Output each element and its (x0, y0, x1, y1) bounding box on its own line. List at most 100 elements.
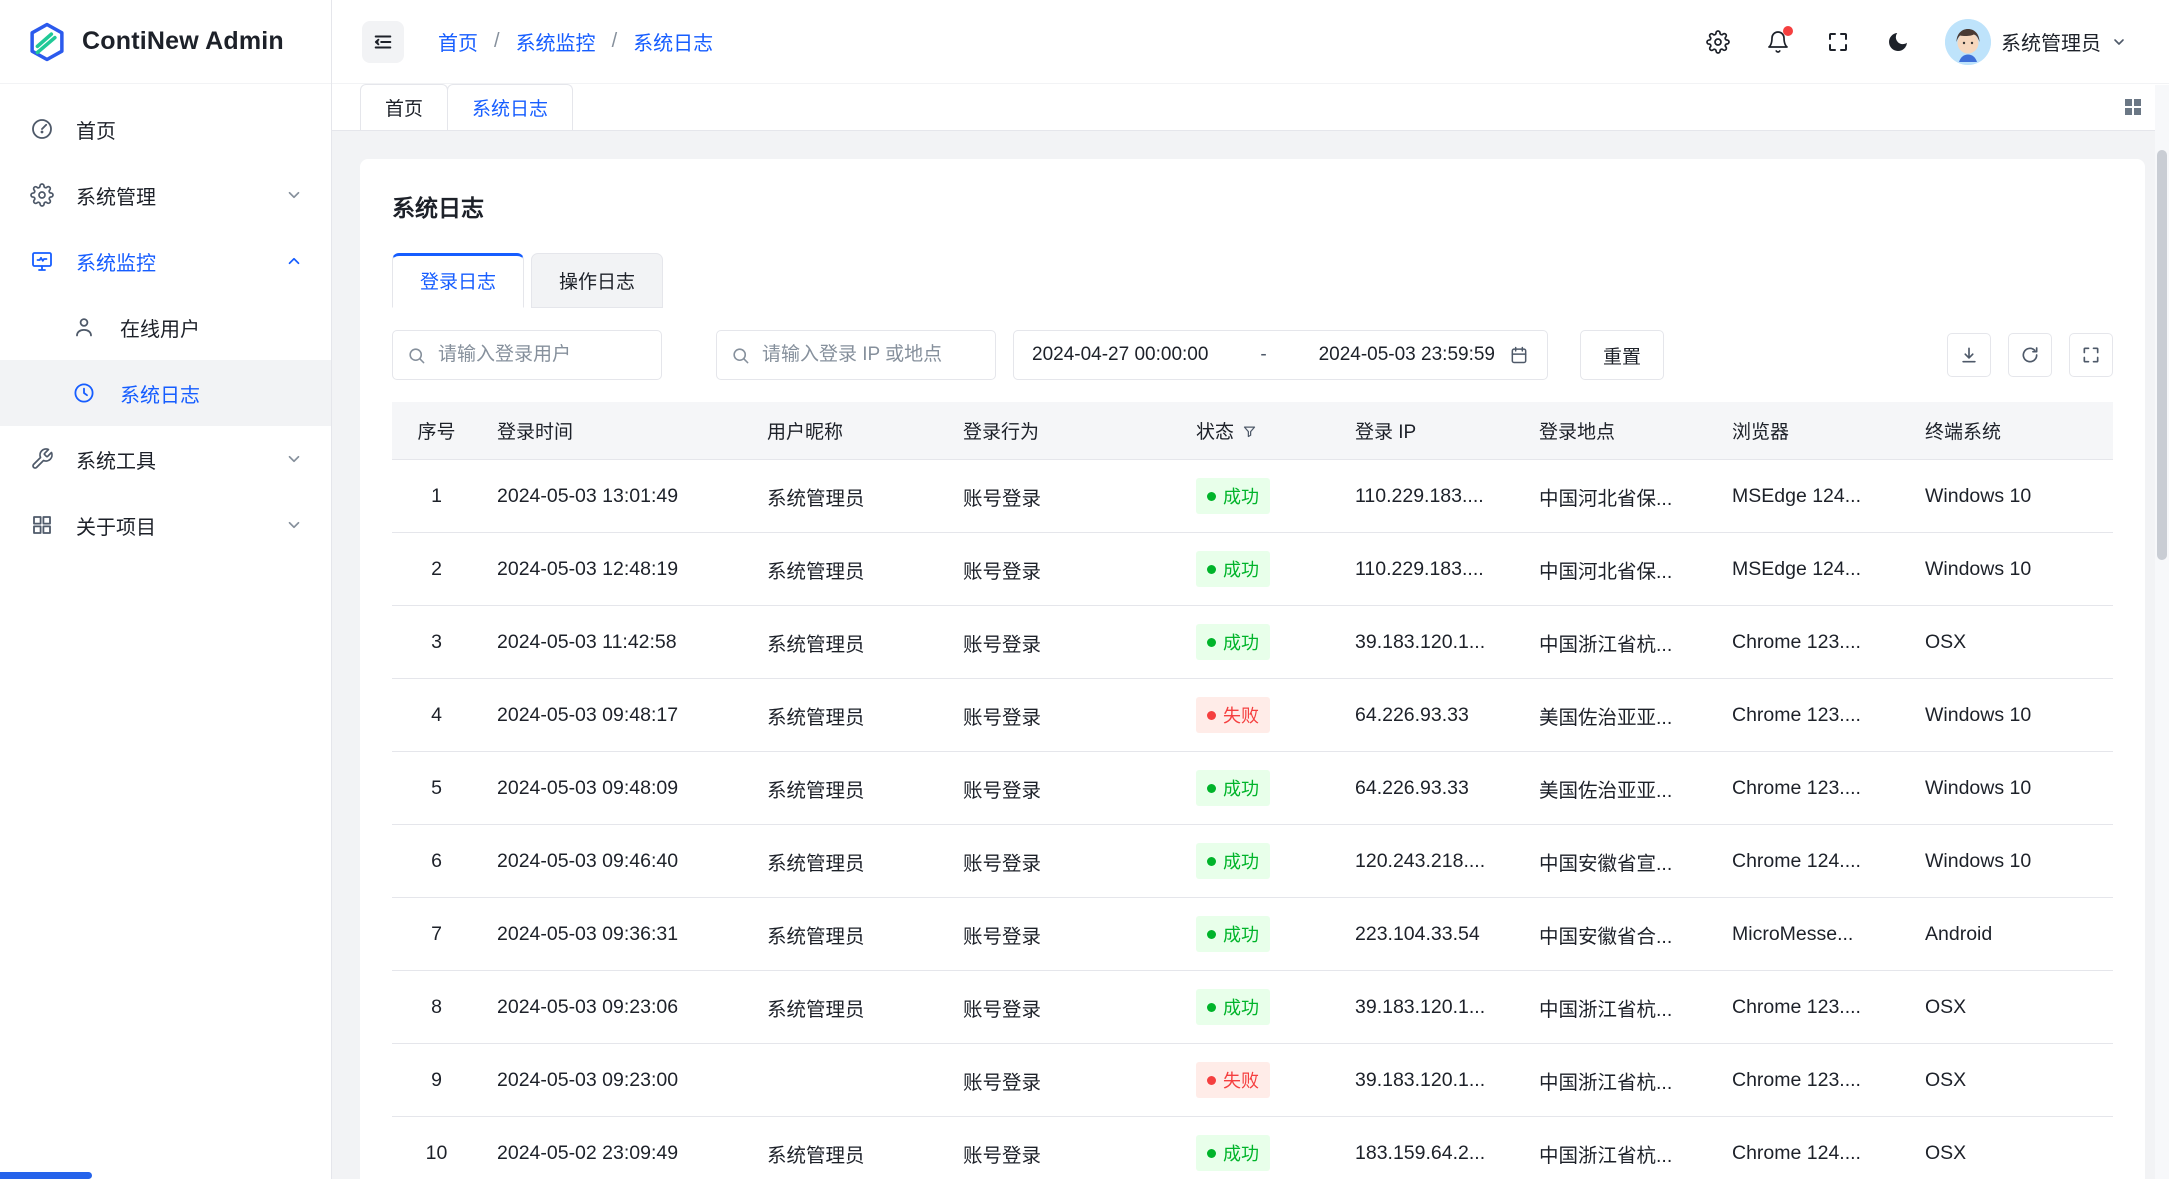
login-user-search (392, 330, 662, 380)
date-start: 2024-04-27 00:00:00 (1032, 344, 1208, 366)
cell-browser: Chrome 124.... (1716, 1117, 1909, 1179)
status-badge: 成功 (1196, 624, 1270, 660)
settings-button[interactable] (1705, 29, 1731, 55)
fullscreen-button[interactable] (1825, 29, 1851, 55)
column-header: 序号 (392, 402, 481, 460)
cell-behavior: 账号登录 (947, 825, 1180, 898)
cell-location: 中国河北省保... (1523, 533, 1716, 606)
cell-os: Windows 10 (1909, 825, 2113, 898)
cell-browser: Chrome 123.... (1716, 606, 1909, 679)
cell-location: 中国浙江省杭... (1523, 606, 1716, 679)
user-menu[interactable]: 系统管理员 (1945, 19, 2127, 65)
cell-time: 2024-05-03 12:48:19 (481, 533, 751, 606)
reset-button[interactable]: 重置 (1580, 330, 1664, 380)
vertical-scrollbar[interactable] (2155, 85, 2169, 1179)
cell-os: Windows 10 (1909, 460, 2113, 533)
sidebar-item-home[interactable]: 首页 (0, 96, 331, 162)
sidebar-item-label: 关于项目 (76, 511, 285, 540)
status-dot-icon (1207, 1149, 1216, 1158)
cell-os: Windows 10 (1909, 752, 2113, 825)
column-header: 状态 (1180, 402, 1339, 460)
cell-index: 9 (392, 1044, 481, 1117)
theme-toggle-button[interactable] (1885, 29, 1911, 55)
cell-os: OSX (1909, 1117, 2113, 1179)
log-table-body: 12024-05-03 13:01:49系统管理员账号登录成功110.229.1… (392, 460, 2113, 1179)
pagetab-system-log[interactable]: 系统日志 (447, 84, 573, 130)
refresh-button[interactable] (2008, 333, 2052, 377)
cell-location: 中国浙江省杭... (1523, 971, 1716, 1044)
breadcrumb-item-monitor[interactable]: 系统监控 (516, 27, 596, 56)
cell-status: 失败 (1180, 679, 1339, 752)
sidebar-item-label: 系统监控 (76, 247, 285, 276)
cell-os: OSX (1909, 606, 2113, 679)
cell-nickname (751, 1044, 947, 1117)
cell-index: 2 (392, 533, 481, 606)
sidebar-item-label: 首页 (76, 115, 303, 144)
monitor-icon (30, 249, 54, 273)
cell-behavior: 账号登录 (947, 679, 1180, 752)
status-badge: 失败 (1196, 1062, 1270, 1098)
gear-icon (1706, 30, 1730, 54)
cell-index: 10 (392, 1117, 481, 1179)
calendar-icon (1509, 345, 1529, 365)
sidebar-item-label: 系统管理 (76, 181, 285, 210)
notifications-button[interactable] (1765, 29, 1791, 55)
breadcrumb-item-system-log[interactable]: 系统日志 (633, 27, 713, 56)
status-dot-icon (1207, 784, 1216, 793)
column-header: 登录时间 (481, 402, 751, 460)
sidebar-item-label: 系统日志 (120, 379, 303, 408)
sidebar-collapse-button[interactable] (362, 21, 404, 63)
column-header: 终端系统 (1909, 402, 2113, 460)
export-button[interactable] (1947, 333, 1991, 377)
moon-icon (1886, 30, 1910, 54)
cell-behavior: 账号登录 (947, 752, 1180, 825)
dashboard-icon (30, 117, 54, 141)
login-ip-input[interactable] (762, 344, 981, 366)
pagetab-label: 首页 (385, 94, 423, 121)
cell-behavior: 账号登录 (947, 460, 1180, 533)
pagetab-home[interactable]: 首页 (360, 84, 448, 130)
sidebar-item-system-tools[interactable]: 系统工具 (0, 426, 331, 492)
cell-ip: 39.183.120.1... (1339, 606, 1523, 679)
table-fullscreen-button[interactable] (2069, 333, 2113, 377)
sidebar-item-system-monitor[interactable]: 系统监控 (0, 228, 331, 294)
date-range-picker[interactable]: 2024-04-27 00:00:00 - 2024-05-03 23:59:5… (1013, 330, 1548, 380)
sidebar-item-system-log[interactable]: 系统日志 (0, 360, 331, 426)
status-dot-icon (1207, 930, 1216, 939)
cell-time: 2024-05-03 11:42:58 (481, 606, 751, 679)
cell-ip: 120.243.218.... (1339, 825, 1523, 898)
cell-time: 2024-05-03 09:23:00 (481, 1044, 751, 1117)
cell-nickname: 系统管理员 (751, 971, 947, 1044)
table-row: 62024-05-03 09:46:40系统管理员账号登录成功120.243.2… (392, 825, 2113, 898)
filter-funnel-icon[interactable] (1242, 424, 1257, 439)
status-dot-icon (1207, 492, 1216, 501)
apps-grid-icon[interactable] (2123, 97, 2143, 117)
cell-nickname: 系统管理员 (751, 825, 947, 898)
cell-location: 中国浙江省杭... (1523, 1117, 1716, 1179)
cell-time: 2024-05-03 09:48:17 (481, 679, 751, 752)
scrollbar-thumb[interactable] (2157, 150, 2167, 560)
breadcrumb-item-home[interactable]: 首页 (438, 27, 478, 56)
login-user-input[interactable] (438, 344, 647, 366)
cell-browser: Chrome 123.... (1716, 752, 1909, 825)
user-icon (72, 315, 96, 339)
chevron-up-icon (285, 252, 303, 270)
login-ip-search (716, 330, 996, 380)
refresh-icon (2020, 345, 2040, 365)
table-row: 22024-05-03 12:48:19系统管理员账号登录成功110.229.1… (392, 533, 2113, 606)
table-row: 72024-05-03 09:36:31系统管理员账号登录成功223.104.3… (392, 898, 2113, 971)
chevron-down-icon (2111, 34, 2127, 50)
brand[interactable]: ContiNew Admin (0, 0, 331, 84)
cell-status: 成功 (1180, 825, 1339, 898)
sidebar-item-system-management[interactable]: 系统管理 (0, 162, 331, 228)
table-row: 12024-05-03 13:01:49系统管理员账号登录成功110.229.1… (392, 460, 2113, 533)
column-header: 用户昵称 (751, 402, 947, 460)
cell-index: 8 (392, 971, 481, 1044)
status-badge: 成功 (1196, 1135, 1270, 1171)
cell-nickname: 系统管理员 (751, 606, 947, 679)
tab-login-log[interactable]: 登录日志 (392, 253, 524, 308)
status-badge: 成功 (1196, 551, 1270, 587)
tab-operation-log[interactable]: 操作日志 (531, 253, 663, 308)
sidebar-item-about-project[interactable]: 关于项目 (0, 492, 331, 558)
sidebar-item-online-users[interactable]: 在线用户 (0, 294, 331, 360)
